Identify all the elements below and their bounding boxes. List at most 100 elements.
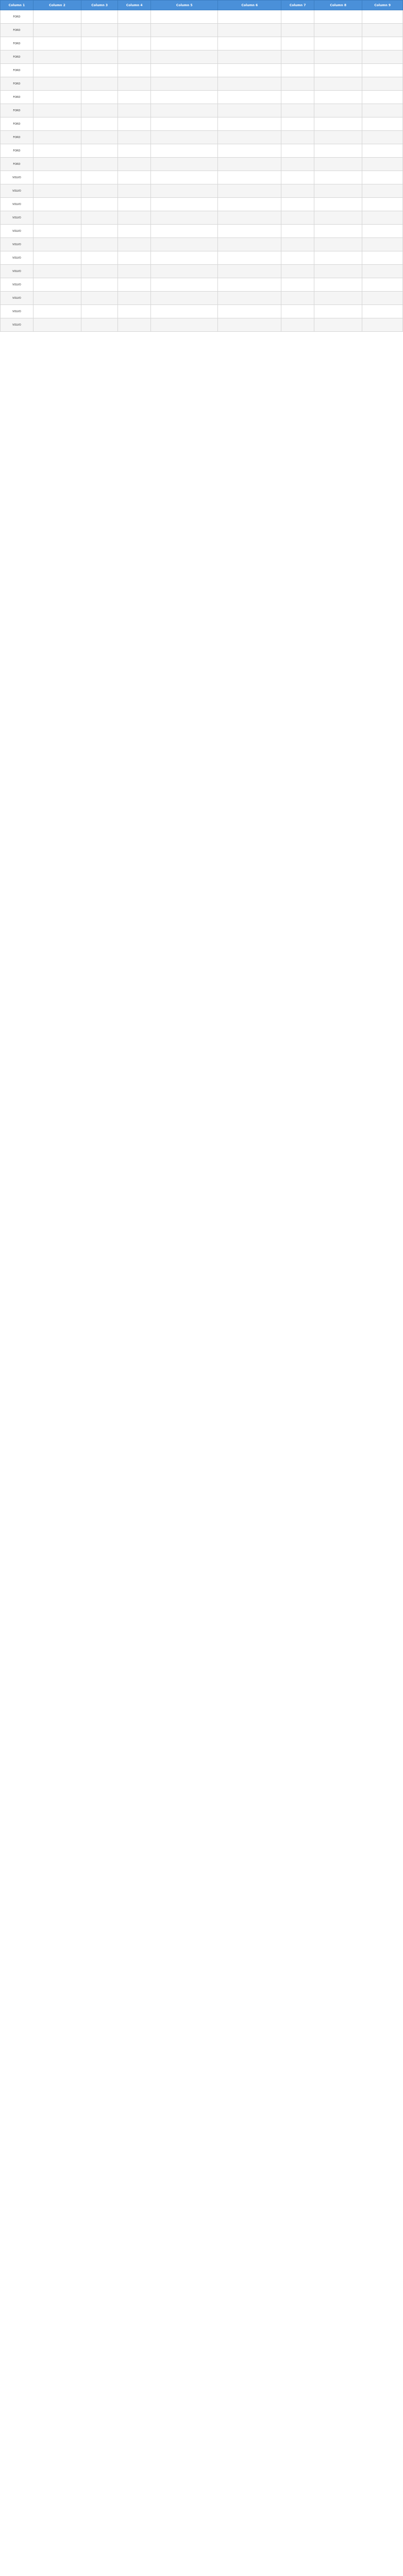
table-cell [150, 211, 219, 225]
table-cell [117, 90, 152, 104]
table-cell [81, 104, 119, 117]
table-cell [314, 291, 363, 305]
column-header[interactable]: Column 2 [32, 0, 82, 10]
table-cell [117, 63, 152, 77]
table-cell [362, 23, 403, 37]
table-cell [32, 63, 82, 77]
table-row[interactable]: VOLVO [0, 197, 403, 211]
table-row[interactable]: FORD [0, 77, 403, 91]
column-header[interactable]: Column 8 [314, 0, 363, 10]
table-cell [81, 23, 119, 37]
table-row[interactable]: VOLVO [0, 304, 403, 318]
table-cell [81, 157, 119, 171]
table-cell [281, 184, 315, 198]
table-cell [81, 251, 119, 265]
table-cell [32, 211, 82, 225]
table-cell [362, 278, 403, 292]
table-row[interactable]: FORD [0, 90, 403, 104]
column-header[interactable]: Column 4 [117, 0, 152, 10]
table-cell: FORD [0, 37, 33, 50]
table-cell [81, 264, 119, 278]
table-cell [150, 117, 219, 131]
table-row[interactable]: VOLVO [0, 224, 403, 238]
column-header[interactable]: Column 3 [81, 0, 119, 10]
table-cell [362, 90, 403, 104]
table-cell: VOLVO [0, 251, 33, 265]
table-cell [32, 130, 82, 144]
table-cell [217, 144, 282, 158]
table-cell [150, 278, 219, 292]
table-cell [362, 291, 403, 305]
table-cell [314, 318, 363, 332]
table-cell [117, 171, 152, 184]
table-cell: FORD [0, 23, 33, 37]
table-row[interactable]: FORD [0, 157, 403, 171]
column-header[interactable]: Column 9 [362, 0, 403, 10]
table-cell [362, 224, 403, 238]
table-row[interactable]: FORD [0, 23, 403, 37]
table-cell [150, 157, 219, 171]
column-header[interactable]: Column 1 [0, 0, 33, 10]
table-cell: FORD [0, 117, 33, 131]
table-row[interactable]: FORD [0, 144, 403, 158]
listing-table: Column 1 Column 2 Column 3 Column 4 Colu… [0, 0, 403, 332]
column-header[interactable]: Column 7 [281, 0, 315, 10]
table-cell [117, 130, 152, 144]
table-cell: VOLVO [0, 224, 33, 238]
table-row[interactable]: VOLVO [0, 278, 403, 292]
table-cell [217, 171, 282, 184]
table-cell [32, 144, 82, 158]
table-row[interactable]: VOLVO [0, 171, 403, 184]
table-cell [217, 10, 282, 24]
table-header-row: Column 1 Column 2 Column 3 Column 4 Colu… [0, 0, 403, 10]
table-cell [150, 238, 219, 251]
table-cell [150, 63, 219, 77]
table-cell [81, 197, 119, 211]
table-cell [217, 238, 282, 251]
table-cell [362, 37, 403, 50]
table-cell [314, 144, 363, 158]
table-row[interactable]: VOLVO [0, 211, 403, 225]
table-cell [150, 304, 219, 318]
table-row[interactable]: FORD [0, 130, 403, 144]
table-cell [281, 251, 315, 265]
table-cell [314, 157, 363, 171]
table-cell [362, 318, 403, 332]
table-cell [314, 77, 363, 91]
table-row[interactable]: FORD [0, 117, 403, 131]
table-cell [150, 77, 219, 91]
table-row[interactable]: FORD [0, 50, 403, 64]
table-cell [281, 130, 315, 144]
table-row[interactable]: VOLVO [0, 251, 403, 265]
table-cell [281, 197, 315, 211]
table-cell [32, 50, 82, 64]
table-cell [150, 251, 219, 265]
table-cell [362, 130, 403, 144]
table-row[interactable]: VOLVO [0, 184, 403, 198]
table-row[interactable]: FORD [0, 10, 403, 24]
table-cell [32, 157, 82, 171]
table-row[interactable]: FORD [0, 63, 403, 77]
table-row[interactable]: FORD [0, 37, 403, 50]
table-cell [362, 238, 403, 251]
table-row[interactable]: VOLVO [0, 291, 403, 305]
table-cell [217, 50, 282, 64]
table-cell [281, 157, 315, 171]
table-cell [314, 90, 363, 104]
table-row[interactable]: VOLVO [0, 318, 403, 332]
table-cell [81, 184, 119, 198]
table-row[interactable]: VOLVO [0, 264, 403, 278]
column-header[interactable]: Column 5 [150, 0, 219, 10]
table-cell [314, 197, 363, 211]
table-cell [281, 63, 315, 77]
table-row[interactable]: FORD [0, 104, 403, 117]
table-cell [150, 37, 219, 50]
table-cell: FORD [0, 130, 33, 144]
table-cell [281, 278, 315, 292]
table-cell: FORD [0, 50, 33, 64]
table-cell [81, 50, 119, 64]
table-cell [150, 264, 219, 278]
column-header[interactable]: Column 6 [217, 0, 282, 10]
table-row[interactable]: VOLVO [0, 238, 403, 251]
table-cell [32, 278, 82, 292]
